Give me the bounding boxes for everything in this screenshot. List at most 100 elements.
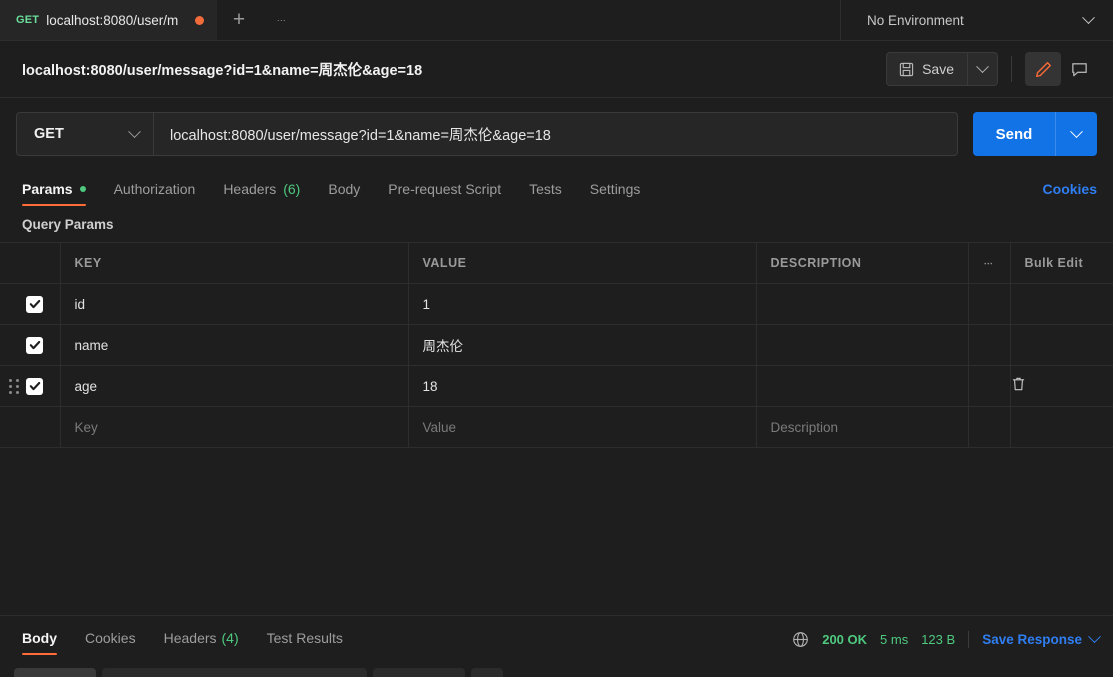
tab-pre-request-script[interactable]: Pre-request Script [388, 181, 501, 206]
response-meta: 200 OK 5 ms 123 B Save Response [792, 630, 1101, 648]
row-actions [1010, 324, 1113, 366]
body-view-options[interactable] [102, 668, 367, 677]
row-enable-checkbox-empty[interactable] [26, 419, 43, 436]
table-row: age 18 [0, 365, 1113, 407]
new-tab-button[interactable]: + [218, 0, 260, 40]
row-enable-checkbox[interactable] [26, 377, 43, 395]
tab-options-icon[interactable]: ⋯ [260, 0, 304, 40]
row-spacer [968, 365, 1011, 407]
tab-headers-label: Headers [223, 181, 277, 197]
row-actions [1010, 283, 1113, 325]
status-badge: 200 OK [822, 632, 868, 647]
tab-settings[interactable]: Settings [590, 181, 641, 206]
response-tab-body-label: Body [22, 630, 57, 646]
new-param-description-input[interactable]: Description [756, 406, 969, 448]
param-value[interactable]: 1 [408, 283, 757, 325]
tab-tests[interactable]: Tests [529, 181, 562, 206]
floppy-disk-icon [899, 62, 914, 76]
request-tab-method: GET [16, 14, 40, 26]
column-header-key: KEY [60, 242, 409, 284]
row-checkbox-cell [0, 324, 61, 366]
environment-label: No Environment [867, 12, 964, 28]
column-header-checkbox [0, 242, 61, 284]
save-button-label: Save [922, 61, 954, 77]
row-enable-checkbox[interactable] [26, 295, 43, 313]
trash-icon [1012, 377, 1024, 390]
tab-params-label: Params [22, 181, 73, 197]
header-divider [1011, 56, 1012, 82]
drag-handle-icon[interactable] [8, 377, 20, 395]
tab-strip-spacer [304, 0, 840, 40]
param-key[interactable]: name [60, 324, 409, 366]
row-spacer [968, 283, 1011, 325]
column-header-value: VALUE [408, 242, 757, 284]
body-copy-button[interactable] [471, 668, 503, 677]
send-options-button[interactable] [1055, 112, 1097, 156]
globe-icon [793, 632, 809, 647]
tab-tests-label: Tests [529, 181, 562, 197]
param-value[interactable]: 周杰伦 [408, 324, 757, 366]
param-value[interactable]: 18 [408, 365, 757, 407]
tab-params[interactable]: Params [22, 181, 86, 206]
request-tab-active[interactable]: GET localhost:8080/user/m [0, 0, 218, 40]
body-search-button[interactable] [373, 668, 465, 677]
tab-body[interactable]: Body [328, 181, 360, 206]
param-key[interactable]: id [60, 283, 409, 325]
page-title: localhost:8080/user/message?id=1&name=周杰… [22, 62, 423, 79]
param-description[interactable] [756, 365, 969, 407]
tab-settings-label: Settings [589, 181, 641, 197]
tab-strip: GET localhost:8080/user/m + ⋯ No Environ… [0, 0, 1113, 41]
environment-selector[interactable]: No Environment [840, 0, 1113, 40]
comment-icon [1071, 62, 1087, 76]
unsaved-indicator-dot [195, 15, 204, 25]
params-empty-area [0, 448, 1113, 616]
params-present-dot [79, 186, 86, 192]
http-method-value: GET [34, 126, 64, 142]
check-icon [29, 299, 40, 309]
delete-param-button[interactable] [1010, 365, 1113, 407]
column-options-button[interactable]: ⋯ [968, 242, 1011, 284]
chevron-down-icon [976, 59, 989, 73]
tab-authorization-label: Authorization [113, 181, 196, 197]
row-checkbox-cell [0, 365, 61, 407]
row-enable-checkbox[interactable] [26, 336, 43, 354]
response-body-controls [0, 668, 1113, 677]
response-tab-headers-label: Headers [163, 630, 217, 646]
row-checkbox-cell [0, 283, 61, 325]
query-params-table: KEY VALUE DESCRIPTION ⋯ Bulk Edit id 1 n… [0, 242, 1113, 448]
table-options-icon: ⋯ [983, 257, 995, 268]
comment-button[interactable] [1061, 52, 1097, 86]
edit-request-button[interactable] [1025, 52, 1061, 86]
save-options-button[interactable] [968, 52, 998, 86]
new-param-key-input[interactable]: Key [60, 406, 409, 448]
table-row-placeholder: Key Value Description [0, 406, 1113, 448]
chevron-down-icon [1082, 10, 1095, 24]
param-description[interactable] [756, 283, 969, 325]
row-checkbox-cell [0, 406, 61, 448]
response-tab-body[interactable]: Body [22, 630, 57, 655]
response-tab-cookies[interactable]: Cookies [85, 630, 136, 655]
response-tab-test-results[interactable]: Test Results [267, 630, 343, 655]
save-response-button[interactable]: Save Response [982, 630, 1101, 647]
bulk-edit-button[interactable]: Bulk Edit [1010, 242, 1113, 284]
new-param-value-input[interactable]: Value [408, 406, 757, 448]
param-description[interactable] [756, 324, 969, 366]
request-config-tabs: Params Authorization Headers (6) Body Pr… [0, 170, 1113, 206]
url-input[interactable]: localhost:8080/user/message?id=1&name=周杰… [154, 112, 958, 156]
column-header-description: DESCRIPTION [756, 242, 969, 284]
tab-headers-count: (6) [283, 181, 301, 197]
tab-authorization[interactable]: Authorization [114, 181, 196, 206]
http-method-select[interactable]: GET [16, 112, 154, 156]
param-key[interactable]: age [60, 365, 409, 407]
table-header-row: KEY VALUE DESCRIPTION ⋯ Bulk Edit [0, 242, 1113, 284]
response-tab-test-results-label: Test Results [266, 630, 343, 646]
send-button[interactable]: Send [973, 112, 1055, 156]
save-button[interactable]: Save [886, 52, 968, 86]
table-row: name 周杰伦 [0, 324, 1113, 366]
tab-headers[interactable]: Headers (6) [223, 181, 300, 206]
cookies-link[interactable]: Cookies [1043, 181, 1097, 206]
tab-body-label: Body [328, 181, 361, 197]
body-view-pretty-button[interactable] [14, 668, 96, 677]
row-spacer [968, 406, 1011, 448]
response-tab-headers[interactable]: Headers (4) [164, 630, 239, 655]
